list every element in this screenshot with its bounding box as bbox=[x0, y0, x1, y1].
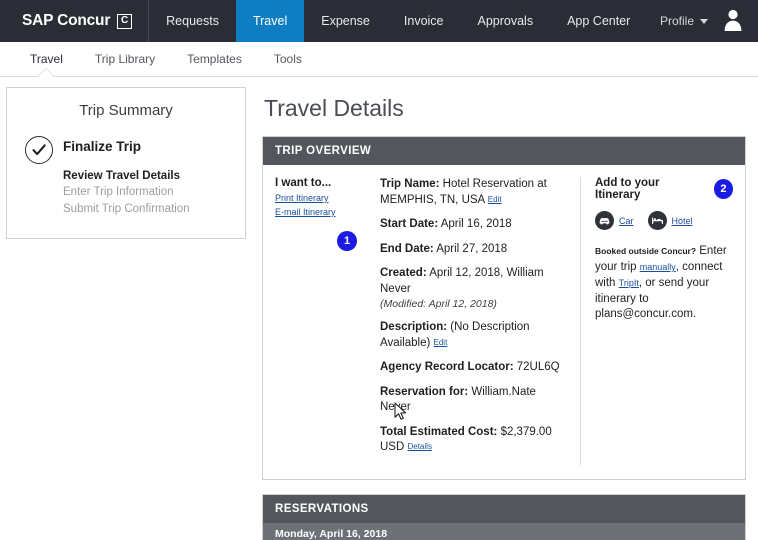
substep-submit-trip-confirmation[interactable]: Submit Trip Confirmation bbox=[63, 201, 235, 217]
start-date-label: Start Date: bbox=[380, 218, 439, 231]
page-title: Travel Details bbox=[264, 95, 404, 121]
car-icon bbox=[595, 211, 614, 230]
add-itinerary-options: Car Hotel bbox=[595, 211, 733, 230]
reservation-for-row: Reservation for: William.Nate Never bbox=[380, 385, 568, 416]
subnav-item-tools[interactable]: Tools bbox=[258, 42, 318, 77]
agency-record-locator-row: Agency Record Locator: 72UL6Q bbox=[380, 360, 568, 376]
add-to-itinerary-head: Add to your Itinerary 2 bbox=[595, 177, 733, 201]
reservation-for-label: Reservation for: bbox=[380, 385, 469, 398]
top-navigation-bar: SAP Concur C Requests Travel Expense Inv… bbox=[0, 0, 758, 42]
add-hotel-link[interactable]: Hotel bbox=[672, 216, 693, 226]
main-content: Travel Details TRIP OVERVIEW I want to..… bbox=[252, 77, 758, 540]
trip-name-edit-link[interactable]: Edit bbox=[488, 195, 502, 204]
modified-value: (Modified: April 12, 2018) bbox=[380, 298, 497, 311]
step-badge-2: 2 bbox=[713, 179, 733, 199]
profile-label: Profile bbox=[659, 14, 694, 28]
finalize-trip-step: Finalize Trip bbox=[17, 135, 235, 164]
i-want-to-title: I want to... bbox=[275, 177, 332, 189]
trip-details-column: Trip Name: Hotel Reservation at MEMPHIS,… bbox=[380, 177, 581, 465]
start-date-row: Start Date: April 16, 2018 bbox=[380, 217, 568, 233]
reservation-date-bar: Monday, April 16, 2018 bbox=[263, 522, 745, 540]
print-itinerary-link[interactable]: Print Itinerary bbox=[275, 192, 380, 206]
finalize-trip-label: Finalize Trip bbox=[63, 139, 142, 154]
trip-name-label: Trip Name: bbox=[380, 178, 440, 190]
trip-summary-title: Trip Summary bbox=[79, 102, 173, 119]
nav-item-expense[interactable]: Expense bbox=[304, 0, 387, 42]
description-edit-link[interactable]: Edit bbox=[434, 338, 448, 347]
step-badge-1: 1 bbox=[337, 231, 357, 251]
reservations-header: RESERVATIONS bbox=[263, 494, 745, 523]
agency-record-locator-value: 72UL6Q bbox=[516, 361, 560, 374]
sidebar: Trip Summary Finalize Trip Review Travel… bbox=[0, 77, 252, 540]
subnav-item-travel[interactable]: Travel bbox=[14, 42, 79, 78]
end-date-label: End Date: bbox=[380, 242, 434, 255]
sub-navigation-bar: Travel Trip Library Templates Tools bbox=[0, 42, 758, 78]
check-icon bbox=[25, 136, 53, 164]
substep-enter-trip-information[interactable]: Enter Trip Information bbox=[63, 184, 235, 200]
start-date-value: April 16, 2018 bbox=[440, 218, 512, 231]
tripit-link[interactable]: TripIt bbox=[619, 278, 639, 288]
end-date-row: End Date: April 27, 2018 bbox=[380, 242, 568, 258]
nav-item-travel[interactable]: Travel bbox=[235, 0, 305, 42]
i-want-to-column: I want to... Print Itinerary E-mail Itin… bbox=[275, 177, 380, 465]
add-car-link[interactable]: Car bbox=[619, 216, 634, 226]
trip-summary-card: Trip Summary Finalize Trip Review Travel… bbox=[6, 87, 246, 239]
add-car-option[interactable]: Car bbox=[595, 211, 634, 230]
nav-item-approvals[interactable]: Approvals bbox=[461, 0, 551, 42]
booked-outside-lead: Booked outside Concur? bbox=[595, 246, 697, 256]
profile-menu[interactable]: Profile bbox=[660, 0, 746, 42]
add-to-itinerary-column: Add to your Itinerary 2 Car Hotel Booked… bbox=[581, 177, 733, 465]
avatar-icon[interactable] bbox=[720, 6, 746, 37]
nav-item-requests[interactable]: Requests bbox=[149, 0, 236, 42]
trip-overview-header: TRIP OVERVIEW bbox=[263, 137, 745, 165]
chevron-down-icon bbox=[700, 18, 708, 24]
hotel-icon bbox=[647, 211, 667, 230]
concur-c-mark-icon: C bbox=[117, 13, 133, 29]
total-cost-details-link[interactable]: Details bbox=[407, 442, 431, 451]
sap-concur-logo[interactable]: SAP Concur C bbox=[0, 0, 150, 42]
main-nav-items: Requests Travel Expense Invoice Approval… bbox=[149, 0, 647, 42]
subnav-label-travel: Travel bbox=[30, 52, 63, 66]
created-label: Created: bbox=[380, 267, 427, 280]
add-to-itinerary-title: Add to your Itinerary bbox=[595, 177, 660, 201]
trip-overview-panel: TRIP OVERVIEW I want to... Print Itinera… bbox=[262, 136, 746, 480]
page-body: Trip Summary Finalize Trip Review Travel… bbox=[0, 77, 758, 540]
agency-record-locator-label: Agency Record Locator: bbox=[380, 361, 514, 374]
nav-item-invoice[interactable]: Invoice bbox=[387, 0, 461, 42]
manually-link[interactable]: manually bbox=[640, 262, 676, 272]
substep-list: Review Travel Details Enter Trip Informa… bbox=[63, 168, 235, 217]
email-itinerary-link[interactable]: E-mail Itinerary bbox=[275, 206, 380, 220]
description-row: Description: (No Description Available) … bbox=[380, 320, 568, 351]
description-label: Description: bbox=[380, 321, 448, 334]
subnav-item-templates[interactable]: Templates bbox=[171, 42, 258, 77]
reservations-panel: RESERVATIONS Monday, April 16, 2018 bbox=[262, 493, 746, 540]
substep-review-travel-details[interactable]: Review Travel Details bbox=[63, 168, 235, 184]
subnav-item-trip-library[interactable]: Trip Library bbox=[79, 42, 171, 77]
trip-name-row: Trip Name: Hotel Reservation at MEMPHIS,… bbox=[380, 177, 568, 208]
total-estimated-cost-label: Total Estimated Cost: bbox=[380, 425, 498, 438]
end-date-value: April 27, 2018 bbox=[436, 242, 508, 255]
created-row: Created: April 12, 2018, William Never (… bbox=[380, 266, 568, 311]
active-tab-caret-icon bbox=[37, 68, 56, 78]
nav-item-app-center[interactable]: App Center bbox=[550, 0, 647, 42]
trip-overview-body: I want to... Print Itinerary E-mail Itin… bbox=[263, 165, 745, 479]
brand-name: SAP Concur bbox=[22, 12, 111, 29]
add-hotel-option[interactable]: Hotel bbox=[647, 211, 693, 230]
booked-outside-concur-text: Booked outside Concur? Enter your trip m… bbox=[595, 244, 733, 323]
total-estimated-cost-row: Total Estimated Cost: $2,379.00 USD Deta… bbox=[380, 425, 568, 456]
